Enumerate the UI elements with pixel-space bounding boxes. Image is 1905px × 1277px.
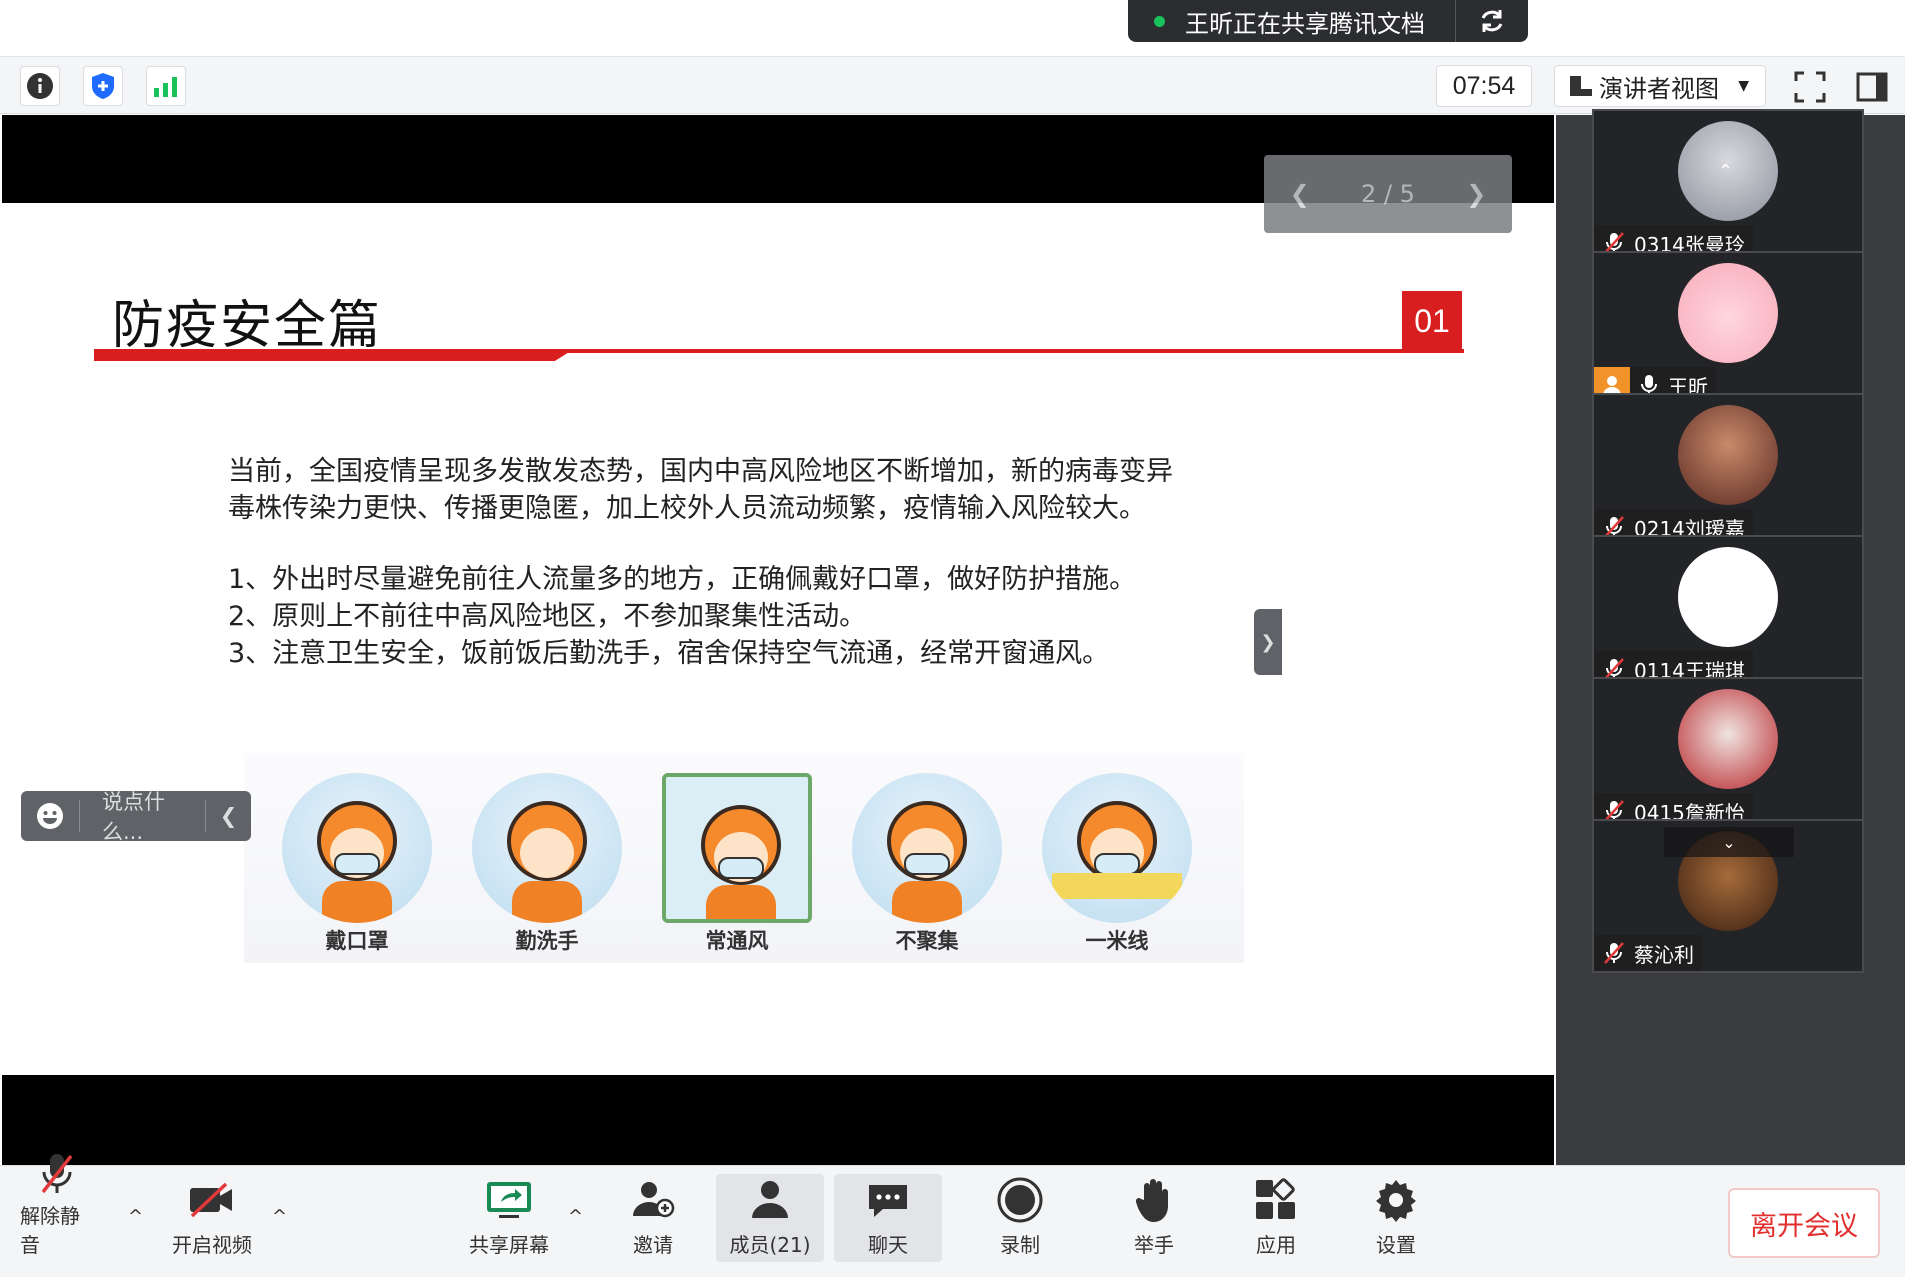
view-mode-dropdown[interactable]: 演讲者视图 ▼ <box>1554 65 1766 107</box>
illustration-caption: 戴口罩 <box>325 929 389 953</box>
illustration-mask: 戴口罩 <box>272 773 442 963</box>
avatar <box>1678 689 1778 789</box>
record-label: 录制 <box>1000 1233 1040 1257</box>
chevron-right-icon: ❯ <box>1260 631 1276 653</box>
participant-tile[interactable]: 0415詹新怡 <box>1592 677 1864 831</box>
participant-tile[interactable]: ⌄ 蔡沁利 <box>1592 819 1864 973</box>
shield-icon[interactable] <box>83 66 123 106</box>
raise-hand-label: 举手 <box>1134 1233 1174 1257</box>
chevron-up-icon[interactable]: ^ <box>128 1206 143 1227</box>
settings-label: 设置 <box>1376 1233 1416 1257</box>
rule-2: 2、原则上不前往中高风险地区，不参加聚集性活动。 <box>228 601 867 632</box>
illustration-ventilation: 常通风 <box>652 773 822 963</box>
avatar <box>1678 405 1778 505</box>
panel-collapse-handle[interactable]: ❯ <box>1254 609 1282 675</box>
quick-chat-bar[interactable]: 说点什么... ❮ <box>21 790 251 844</box>
camera-off-icon <box>188 1174 236 1225</box>
intro-paragraph: 当前，全国疫情呈现多发散发态势，国内中高风险地区不断增加，新的病毒变异 毒株传染… <box>228 453 1173 527</box>
share-banner: 王昕正在共享腾讯文档 <box>1128 0 1528 42</box>
chevron-up-icon[interactable]: ^ <box>272 1206 287 1227</box>
slide-pager: ❮ 2 / 5 ❯ <box>1264 155 1512 233</box>
illustration-caption: 一米线 <box>1085 929 1149 953</box>
participant-label: 蔡沁利 <box>1594 935 1702 971</box>
chat-button[interactable]: 聊天 <box>834 1174 942 1262</box>
illustration-caption: 勤洗手 <box>515 929 579 953</box>
sidebar-toggle-icon[interactable] <box>1856 71 1888 103</box>
chevron-left-icon[interactable]: ❮ <box>1290 180 1310 208</box>
title-band <box>94 349 574 361</box>
illustration-no-gathering: 不聚集 <box>842 773 1012 963</box>
illustration-caption: 不聚集 <box>895 929 959 953</box>
unmute-label: 解除静音 <box>20 1204 80 1257</box>
sync-icon[interactable] <box>1456 0 1528 42</box>
meeting-controls-bar: 解除静音 ^ 开启视频 ^ 共享屏幕 ^ 邀请 成员(21) 聊天 录制 举手 … <box>0 1154 1905 1277</box>
layout-icon <box>1570 76 1592 96</box>
fullscreen-icon[interactable] <box>1794 71 1826 103</box>
apps-icon <box>1254 1174 1298 1225</box>
signal-icon[interactable] <box>146 66 186 106</box>
info-icon[interactable] <box>20 66 60 106</box>
add-user-icon <box>631 1174 675 1225</box>
chat-input[interactable]: 说点什么... <box>80 786 205 846</box>
chevron-down-icon: ▼ <box>1738 78 1749 94</box>
avatar <box>1678 547 1778 647</box>
emoji-icon[interactable] <box>21 802 79 830</box>
share-screen-button[interactable]: 共享屏幕 <box>466 1174 552 1262</box>
raise-hand-button[interactable]: 举手 <box>1124 1174 1184 1262</box>
illustration-handwash: 勤洗手 <box>462 773 632 963</box>
participant-tile[interactable]: ⌃ 0314张曼玲 <box>1592 109 1864 263</box>
chevron-down-icon[interactable]: ⌄ <box>1664 827 1794 857</box>
share-banner-text: 王昕正在共享腾讯文档 <box>1185 9 1425 38</box>
rules-list: 1、外出时尽量避免前往人流量多的地方，正确佩戴好口罩，做好防护措施。 2、原则上… <box>228 561 1136 672</box>
rule-1: 1、外出时尽量避免前往人流量多的地方，正确佩戴好口罩，做好防护措施。 <box>228 564 1137 595</box>
chevron-up-icon[interactable]: ^ <box>568 1206 583 1227</box>
unmute-button[interactable]: 解除静音 <box>20 1154 94 1262</box>
meeting-timer: 07:54 <box>1436 65 1532 107</box>
intro-line-1: 当前，全国疫情呈现多发散发态势，国内中高风险地区不断增加，新的病毒变异 <box>228 456 1173 487</box>
illustration-caption: 常通风 <box>705 929 769 953</box>
invite-button[interactable]: 邀请 <box>620 1174 686 1262</box>
share-screen-icon <box>485 1174 533 1225</box>
share-screen-label: 共享屏幕 <box>469 1233 549 1257</box>
participant-name: 蔡沁利 <box>1634 942 1694 967</box>
view-mode-label: 演讲者视图 <box>1599 74 1719 103</box>
invite-label: 邀请 <box>633 1233 673 1257</box>
participant-tile[interactable]: 0114王瑞琪 <box>1592 535 1864 689</box>
avatar <box>1678 263 1778 363</box>
illustration-one-meter: 一米线 <box>1032 773 1202 963</box>
settings-button[interactable]: 设置 <box>1366 1174 1426 1262</box>
gear-icon <box>1374 1174 1418 1225</box>
chat-icon <box>867 1174 909 1225</box>
record-button[interactable]: 录制 <box>990 1174 1050 1262</box>
members-icon <box>748 1174 792 1225</box>
hand-icon <box>1136 1174 1172 1225</box>
participant-tile[interactable]: 0214刘瑷嘉 <box>1592 393 1864 547</box>
members-label: 成员(21) <box>729 1233 811 1257</box>
top-toolbar: 07:54 演讲者视图 ▼ <box>0 56 1905 114</box>
chevron-left-icon[interactable]: ❮ <box>205 800 251 832</box>
intro-line-2: 毒株传染力更快、传播更隐匿，加上校外人员流动频繁，疫情输入风险较大。 <box>228 493 1146 524</box>
record-icon <box>997 1174 1043 1225</box>
start-video-button[interactable]: 开启视频 <box>170 1174 254 1262</box>
slide-section-number: 01 <box>1402 291 1462 351</box>
chevron-right-icon[interactable]: ❯ <box>1466 180 1486 208</box>
safety-illustrations: 戴口罩 勤洗手 常通风 不聚集 一米线 <box>244 753 1244 963</box>
apps-label: 应用 <box>1256 1233 1296 1257</box>
chat-label: 聊天 <box>868 1233 908 1257</box>
sharing-status-dot <box>1154 15 1165 27</box>
mic-muted-icon <box>37 1152 77 1196</box>
start-video-label: 开启视频 <box>172 1233 252 1257</box>
slide-title: 防疫安全篇 <box>112 296 383 356</box>
participants-panel: ⌃ 0314张曼玲 王昕 0214刘瑷嘉 0114王瑞琪 0415詹新怡 ⌄ 蔡… <box>1556 109 1905 1165</box>
leave-meeting-button[interactable]: 离开会议 <box>1728 1188 1880 1258</box>
participant-tile[interactable]: 王昕 <box>1592 251 1864 405</box>
shared-content-stage: 防疫安全篇 01 当前，全国疫情呈现多发散发态势，国内中高风险地区不断增加，新的… <box>2 115 1554 1165</box>
page-indicator: 2 / 5 <box>1361 180 1415 208</box>
chevron-up-icon[interactable]: ⌃ <box>1718 161 1733 182</box>
presentation-slide: 防疫安全篇 01 当前，全国疫情呈现多发散发态势，国内中高风险地区不断增加，新的… <box>2 203 1554 1075</box>
rule-3: 3、注意卫生安全，饭前饭后勤洗手，宿舍保持空气流通，经常开窗通风。 <box>228 638 1110 669</box>
members-button[interactable]: 成员(21) <box>716 1174 824 1262</box>
apps-button[interactable]: 应用 <box>1246 1174 1306 1262</box>
mic-muted-icon <box>1604 942 1624 964</box>
